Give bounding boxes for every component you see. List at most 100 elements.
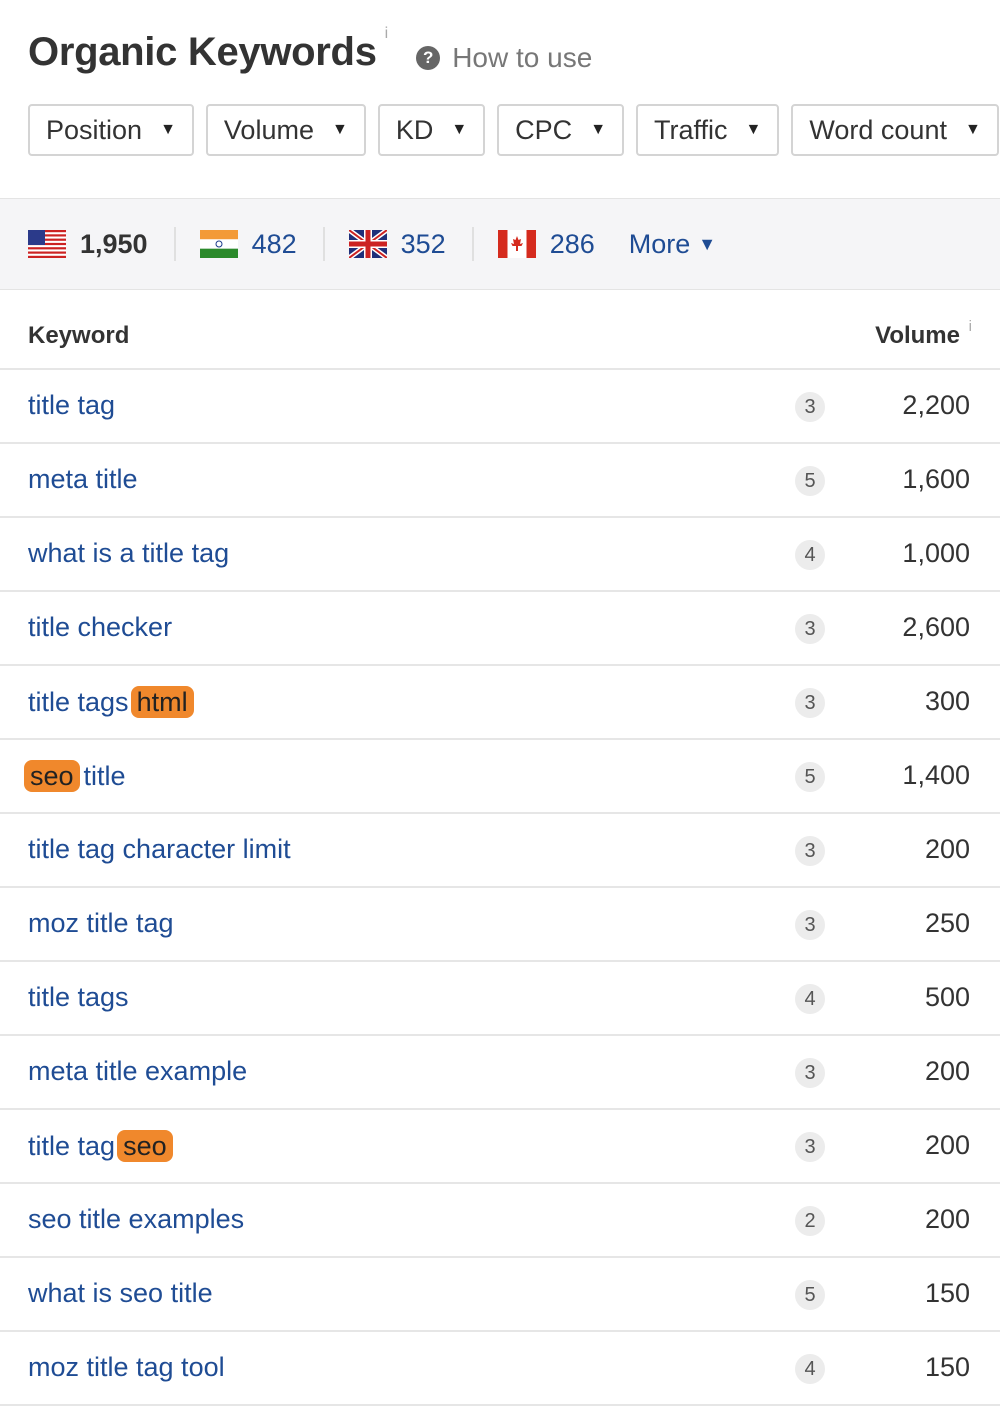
- keyword-link[interactable]: meta title example: [28, 1056, 247, 1087]
- keyword-text: title checker: [28, 612, 173, 642]
- filter-label: CPC: [515, 114, 573, 145]
- keyword-text: title: [83, 760, 126, 791]
- keyword-text: moz title tag: [28, 908, 174, 938]
- caret-down-icon: ▼: [331, 121, 348, 138]
- canada-flag-icon: [497, 230, 536, 258]
- volume-column-header[interactable]: Volume: [875, 322, 960, 350]
- filter-bar: Position ▼ Volume ▼ KD ▼ CPC ▼ Traffic ▼ Word…: [28, 104, 1000, 156]
- keyword-link[interactable]: moz title tag tool: [28, 1352, 225, 1383]
- kd-badge: 3: [795, 392, 825, 422]
- keyword-highlight: html: [130, 686, 194, 718]
- cpc-filter-button[interactable]: CPC ▼: [497, 104, 625, 156]
- table-row: moz title tag tool 4 150: [0, 1332, 1000, 1406]
- table-row: meta title 5 1,600: [0, 444, 1000, 518]
- country-tab-ca[interactable]: 286: [497, 227, 621, 261]
- filter-label: Position: [46, 114, 143, 145]
- kd-badge: 3: [795, 1132, 825, 1162]
- caret-down-icon: ▼: [964, 121, 981, 138]
- keyword-link[interactable]: title tag: [28, 390, 115, 421]
- kd-badge: 3: [795, 836, 825, 866]
- keyword-text: meta title example: [28, 1056, 248, 1086]
- table-row: title tag character limit 3 200: [0, 814, 1000, 888]
- volume-value: 200: [924, 1056, 970, 1086]
- kd-filter-button[interactable]: KD ▼: [377, 104, 486, 156]
- volume-value: 2,600: [902, 612, 970, 642]
- keyword-link[interactable]: meta title: [28, 464, 138, 495]
- volume-value: 1,400: [902, 760, 970, 790]
- keyword-link[interactable]: seo title: [24, 760, 126, 792]
- country-tab-us[interactable]: 1,950: [28, 227, 176, 261]
- volume-value: 200: [924, 1204, 970, 1234]
- keyword-link[interactable]: moz title tag: [28, 908, 174, 939]
- kd-badge: 5: [795, 762, 825, 792]
- keyword-link[interactable]: title tags html: [28, 686, 194, 718]
- keyword-text: title tag character limit: [28, 834, 291, 864]
- keyword-text: moz title tag tool: [28, 1352, 225, 1382]
- page-title: Organic Keywords: [28, 30, 377, 74]
- kd-badge: 3: [795, 614, 825, 644]
- volume-value: 2,200: [902, 390, 970, 420]
- keyword-text: title tag: [28, 1130, 116, 1161]
- volume-value: 200: [924, 834, 970, 864]
- how-to-use-label: How to use: [452, 42, 593, 73]
- caret-down-icon: ▼: [745, 121, 762, 138]
- keyword-text: what is a title tag: [28, 538, 230, 568]
- table-row: title tags html 3 300: [0, 666, 1000, 740]
- kd-badge: 3: [795, 688, 825, 718]
- table-row: meta title example 3 200: [0, 1036, 1000, 1110]
- keyword-link[interactable]: seo title examples: [28, 1204, 244, 1235]
- table-row: title checker 3 2,600: [0, 592, 1000, 666]
- kd-badge: 5: [795, 1280, 825, 1310]
- kd-badge: 5: [795, 466, 825, 496]
- keyword-link[interactable]: title checker: [28, 612, 172, 643]
- table-row: what is a title tag 4 1,000: [0, 518, 1000, 592]
- title-info-icon[interactable]: i: [385, 26, 389, 42]
- country-count-ca: 286: [549, 228, 595, 259]
- keyword-column-header[interactable]: Keyword: [28, 322, 129, 350]
- keyword-link[interactable]: what is a title tag: [28, 538, 229, 569]
- keyword-text: title tags: [28, 686, 129, 717]
- table-header: Keyword Volume i: [0, 300, 1000, 370]
- keyword-link[interactable]: what is seo title: [28, 1278, 213, 1309]
- table-row: moz title tag 3 250: [0, 888, 1000, 962]
- country-count-uk: 352: [400, 228, 446, 259]
- keyword-text: title tags: [28, 982, 129, 1012]
- keyword-text: what is seo title: [28, 1278, 213, 1308]
- volume-value: 1,000: [902, 538, 970, 568]
- how-to-use-link[interactable]: ? How to use: [416, 42, 592, 74]
- more-countries-button[interactable]: More ▼: [629, 229, 716, 260]
- volume-value: 150: [924, 1278, 970, 1308]
- country-tab-uk[interactable]: 352: [348, 227, 474, 261]
- filter-label: Traffic: [654, 114, 728, 145]
- keyword-highlight: seo: [24, 760, 80, 792]
- keyword-table-body: title tag 3 2,200 meta title 5 1,600 what is a…: [0, 370, 1000, 1406]
- volume-info-icon[interactable]: i: [969, 318, 972, 335]
- keyword-link[interactable]: title tags: [28, 982, 129, 1013]
- country-count-in: 482: [251, 228, 297, 259]
- position-filter-button[interactable]: Position ▼: [28, 104, 194, 156]
- word-count-filter-button[interactable]: Word count ▼: [791, 104, 999, 156]
- traffic-filter-button[interactable]: Traffic ▼: [636, 104, 780, 156]
- keyword-link[interactable]: title tag character limit: [28, 834, 291, 865]
- uk-flag-icon: [348, 230, 387, 258]
- keyword-text: title tag: [28, 390, 116, 420]
- india-flag-icon: [199, 230, 238, 258]
- table-row: title tag 3 2,200: [0, 370, 1000, 444]
- filter-label: KD: [395, 114, 434, 145]
- country-tab-in[interactable]: 482: [199, 227, 325, 261]
- country-tabs: 1,950 482 352 286 More ▼: [0, 198, 1000, 290]
- volume-value: 500: [924, 982, 970, 1012]
- caret-down-icon: ▼: [160, 121, 176, 138]
- keyword-text: seo title examples: [28, 1204, 245, 1234]
- volume-filter-button[interactable]: Volume ▼: [205, 104, 366, 156]
- volume-value: 300: [924, 686, 970, 716]
- keyword-link[interactable]: title tag seo: [28, 1130, 173, 1162]
- caret-down-icon: ▼: [590, 121, 607, 138]
- table-row: seo title examples 2 200: [0, 1184, 1000, 1258]
- volume-value: 250: [924, 908, 970, 938]
- keyword-text: meta title: [28, 464, 138, 494]
- volume-value: 1,600: [902, 464, 970, 494]
- table-row: what is seo title 5 150: [0, 1258, 1000, 1332]
- kd-badge: 2: [795, 1206, 825, 1236]
- table-row: title tag seo 3 200: [0, 1110, 1000, 1184]
